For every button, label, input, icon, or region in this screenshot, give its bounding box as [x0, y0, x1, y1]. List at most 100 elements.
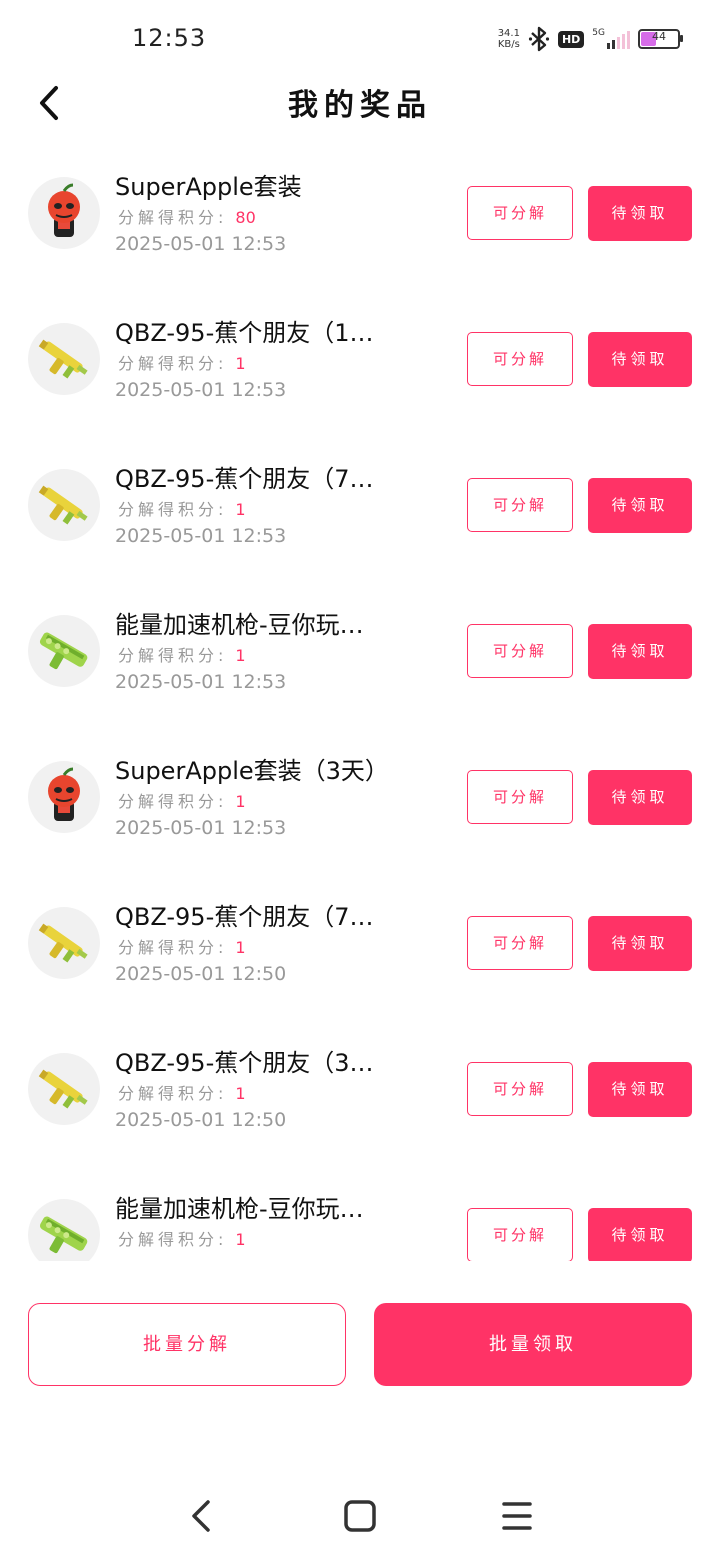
claim-button[interactable]: 待领取 [588, 332, 692, 387]
nav-header: 我的奖品 [0, 70, 720, 130]
prize-avatar [28, 761, 100, 833]
back-icon[interactable] [182, 1496, 222, 1536]
claim-button[interactable]: 待领取 [588, 1062, 692, 1117]
decompose-button[interactable]: 可分解 [467, 1208, 573, 1261]
prize-list-item: SuperApple套装（3天） 分解得积分: 1 2025-05-01 12:5… [0, 729, 720, 875]
system-nav-bar [0, 1486, 720, 1546]
status-time: 12:53 [132, 24, 207, 52]
prize-name: 能量加速机枪-豆你玩… [115, 611, 364, 639]
prize-avatar [28, 323, 100, 395]
network-speed: 34.1 KB/s [498, 28, 520, 50]
banana-gun-icon [38, 1069, 88, 1109]
batch-claim-button[interactable]: 批量领取 [374, 1303, 692, 1386]
prize-list-item: QBZ-95-蕉个朋友（1… 分解得积分: 1 2025-05-01 12:53 … [0, 291, 720, 437]
points-label: 分解得积分: [118, 938, 228, 957]
prize-name: QBZ-95-蕉个朋友（7… [115, 903, 374, 931]
network-speed-value: 34.1 [497, 28, 520, 39]
claim-button[interactable]: 待领取 [588, 1208, 692, 1261]
menu-icon[interactable] [497, 1496, 537, 1536]
points-label: 分解得积分: [118, 354, 228, 373]
prize-time: 2025-05-01 12:53 [115, 233, 287, 255]
prize-name: QBZ-95-蕉个朋友（1… [115, 319, 374, 347]
prize-name: 能量加速机枪-豆你玩… [115, 1195, 364, 1223]
banana-gun-icon [38, 339, 88, 379]
points-value: 1 [235, 1084, 246, 1103]
network-speed-unit: KB/s [497, 39, 520, 50]
prize-time: 2025-05-01 12:50 [115, 963, 287, 985]
bean-machine-gun-icon [39, 632, 88, 670]
prize-list-item: SuperApple套装 分解得积分: 80 2025-05-01 12:53 可… [0, 145, 720, 291]
batch-decompose-button[interactable]: 批量分解 [28, 1303, 346, 1386]
prize-avatar [28, 1053, 100, 1125]
decompose-button[interactable]: 可分解 [467, 916, 573, 970]
prize-points: 分解得积分: 1 [118, 496, 246, 520]
home-icon[interactable] [340, 1496, 380, 1536]
points-value: 1 [235, 938, 246, 957]
claim-button[interactable]: 待领取 [588, 478, 692, 533]
claim-button[interactable]: 待领取 [588, 770, 692, 825]
prize-time: 2025-05-01 12:53 [115, 379, 287, 401]
batch-action-bar: 批量分解 批量领取 [0, 1303, 720, 1387]
prize-points: 分解得积分: 1 [118, 642, 246, 666]
claim-button[interactable]: 待领取 [588, 624, 692, 679]
page-title: 我的奖品 [288, 88, 432, 123]
points-label: 分解得积分: [118, 500, 228, 519]
banana-gun-icon [38, 923, 88, 963]
prize-name: QBZ-95-蕉个朋友（7… [115, 465, 374, 493]
points-value: 1 [235, 354, 246, 373]
points-label: 分解得积分: [118, 646, 228, 665]
prize-avatar [28, 1199, 100, 1261]
signal-icon [607, 29, 630, 49]
points-label: 分解得积分: [118, 792, 228, 811]
prize-time: 2025-05-01 12:53 [115, 817, 287, 839]
apple-character-icon [48, 767, 80, 821]
claim-button[interactable]: 待领取 [588, 916, 692, 971]
prize-list-item: QBZ-95-蕉个朋友（3… 分解得积分: 1 2025-05-01 12:50 … [0, 1021, 720, 1167]
decompose-button[interactable]: 可分解 [467, 1062, 573, 1116]
prize-points: 分解得积分: 1 [118, 1226, 246, 1250]
decompose-button[interactable]: 可分解 [467, 478, 573, 532]
prize-points: 分解得积分: 80 [118, 204, 256, 228]
banana-gun-icon [38, 485, 88, 525]
points-value: 1 [235, 1230, 246, 1249]
points-value: 80 [235, 208, 256, 227]
hd-badge: HD [557, 30, 585, 48]
prize-avatar [28, 177, 100, 249]
prize-name: SuperApple套装 [115, 173, 302, 201]
decompose-button[interactable]: 可分解 [467, 186, 573, 240]
prize-time: 2025-05-01 12:53 [115, 525, 287, 547]
bean-machine-gun-icon [39, 1216, 88, 1254]
prize-points: 分解得积分: 1 [118, 788, 246, 812]
prize-time: 2025-05-01 12:53 [115, 671, 287, 693]
bluetooth-icon [528, 26, 550, 52]
prize-name: SuperApple套装（3天） [115, 757, 389, 785]
prize-list-item: QBZ-95-蕉个朋友（7… 分解得积分: 1 2025-05-01 12:50 … [0, 875, 720, 1021]
decompose-button[interactable]: 可分解 [467, 770, 573, 824]
claim-button[interactable]: 待领取 [588, 186, 692, 241]
prize-list-item: QBZ-95-蕉个朋友（7… 分解得积分: 1 2025-05-01 12:53 … [0, 437, 720, 583]
decompose-button[interactable]: 可分解 [467, 332, 573, 386]
prize-points: 分解得积分: 1 [118, 1080, 246, 1104]
prize-list-item: 能量加速机枪-豆你玩… 分解得积分: 1 2025-05-01 12:53 可分解… [0, 583, 720, 729]
prize-points: 分解得积分: 1 [118, 350, 246, 374]
points-value: 1 [235, 646, 246, 665]
prize-avatar [28, 615, 100, 687]
battery-level: 44 [652, 30, 666, 43]
prize-list[interactable]: SuperApple套装 分解得积分: 80 2025-05-01 12:53 可… [0, 145, 720, 1261]
prize-name: QBZ-95-蕉个朋友（3… [115, 1049, 374, 1077]
decompose-button[interactable]: 可分解 [467, 624, 573, 678]
points-value: 1 [235, 500, 246, 519]
status-icons: 34.1 KB/s HD 5G 44 [498, 26, 683, 52]
apple-character-icon [48, 183, 80, 237]
battery-icon: 44 [638, 29, 683, 49]
status-bar: 12:53 34.1 KB/s HD 5G 44 [0, 0, 720, 80]
points-label: 分解得积分: [118, 208, 228, 227]
prize-time: 2025-05-01 12:50 [115, 1109, 287, 1131]
points-label: 分解得积分: [118, 1230, 228, 1249]
points-label: 分解得积分: [118, 1084, 228, 1103]
prize-avatar [28, 907, 100, 979]
network-gen-label: 5G [592, 28, 605, 38]
prize-points: 分解得积分: 1 [118, 934, 246, 958]
prize-list-item: 能量加速机枪-豆你玩… 分解得积分: 1 可分解 待领取 [0, 1167, 720, 1261]
prize-avatar [28, 469, 100, 541]
